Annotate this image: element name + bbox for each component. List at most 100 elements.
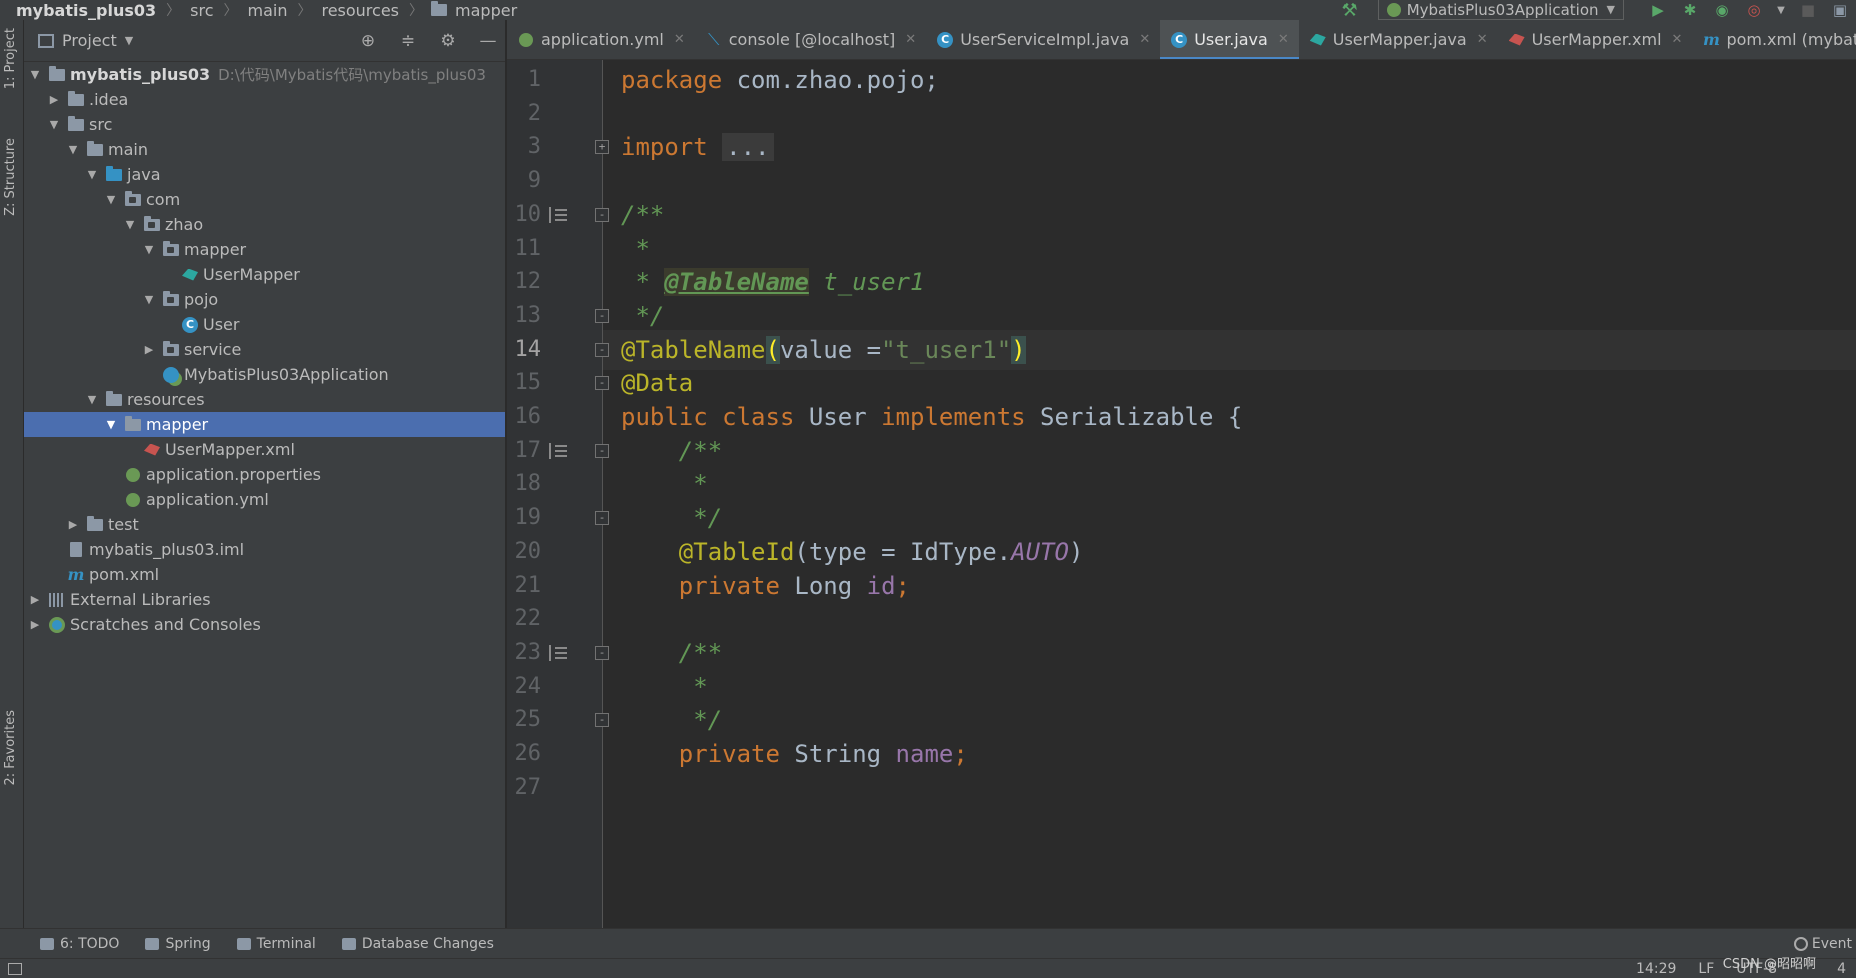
expand-arrow-down-icon[interactable]: ▼: [66, 143, 80, 156]
tool-tab-project[interactable]: 1: Project: [3, 28, 18, 89]
rendered-doc-icon[interactable]: [549, 443, 567, 459]
tree-node[interactable]: ▼ mapper: [24, 412, 505, 437]
expand-arrow-down-icon[interactable]: ▼: [28, 68, 42, 81]
editor-tab-label: UserMapper.java: [1332, 30, 1467, 49]
fold-expand-icon[interactable]: +: [595, 140, 609, 154]
fold-collapse-icon[interactable]: -: [595, 444, 609, 458]
run-configuration-selector[interactable]: MybatisPlus03Application ▼: [1377, 0, 1624, 20]
caret-position[interactable]: 14:29: [1636, 961, 1676, 977]
tree-node[interactable]: ▼ mapper: [24, 237, 505, 262]
close-icon[interactable]: ✕: [1477, 32, 1488, 47]
locate-icon[interactable]: ⊕: [357, 30, 379, 52]
expand-arrow-right-icon[interactable]: ▶: [47, 93, 61, 106]
tool-windows-icon[interactable]: [8, 962, 22, 975]
tree-node[interactable]: ▼ pojo: [24, 287, 505, 312]
tree-node[interactable]: ▶ test: [24, 512, 505, 537]
editor-tab[interactable]: UserMapper.java ✕: [1299, 20, 1498, 59]
coverage-icon[interactable]: ◉: [1713, 1, 1731, 19]
tree-node[interactable]: ▶ Scratches and Consoles: [24, 612, 505, 637]
editor-tab[interactable]: mpom.xml (mybatis_plus03)✕: [1692, 20, 1856, 59]
tree-node[interactable]: ▼ zhao: [24, 212, 505, 237]
expand-arrow-right-icon[interactable]: ▶: [28, 593, 42, 606]
expand-arrow-down-icon[interactable]: ▼: [85, 393, 99, 406]
expand-arrow-right-icon[interactable]: ▶: [28, 618, 42, 631]
expand-arrow-down-icon[interactable]: ▼: [142, 293, 156, 306]
rendered-doc-icon[interactable]: [549, 645, 567, 661]
close-icon[interactable]: ✕: [1672, 32, 1683, 47]
expand-arrow-down-icon[interactable]: ▼: [123, 218, 137, 231]
tree-node[interactable]: application.properties: [24, 462, 505, 487]
tree-node[interactable]: ▼ resources: [24, 387, 505, 412]
indent-setting[interactable]: 4: [1837, 961, 1846, 977]
tool-tab-favorites[interactable]: 2: Favorites: [3, 710, 18, 786]
editor-tab[interactable]: C UserServiceImpl.java ✕: [926, 20, 1160, 59]
editor-tab[interactable]: application.yml ✕: [507, 20, 695, 59]
tree-node-label: User: [203, 315, 240, 334]
expand-arrow-right-icon[interactable]: ▶: [66, 518, 80, 531]
bottom-tool-tab[interactable]: Terminal: [236, 936, 316, 952]
debug-icon[interactable]: ✱: [1681, 1, 1699, 19]
project-view-selector[interactable]: Project: [62, 31, 117, 50]
tree-node[interactable]: ▼ src: [24, 112, 505, 137]
code-line[interactable]: [603, 768, 1856, 808]
tree-node[interactable]: ▶ .idea: [24, 87, 505, 112]
build-hammer-icon[interactable]: ⚒: [1342, 0, 1358, 21]
tree-node[interactable]: C User: [24, 312, 505, 337]
fold-collapse-icon[interactable]: -: [595, 646, 609, 660]
editor-tab[interactable]: ⟍ console [@localhost] ✕: [695, 20, 926, 59]
chevron-down-icon[interactable]: ▼: [1777, 2, 1785, 18]
tree-node[interactable]: m pom.xml: [24, 562, 505, 587]
fold-collapse-icon[interactable]: -: [595, 511, 609, 525]
fold-collapse-icon[interactable]: -: [595, 376, 609, 390]
breadcrumb-item[interactable]: mapper: [431, 1, 519, 20]
tree-node[interactable]: ▼ com: [24, 187, 505, 212]
tree-node[interactable]: ▼ main: [24, 137, 505, 162]
close-icon[interactable]: ✕: [674, 32, 685, 47]
run-icon[interactable]: ▶: [1649, 1, 1667, 19]
expand-arrow-down-icon[interactable]: ▼: [104, 418, 118, 431]
editor-tab[interactable]: C User.java ✕: [1160, 20, 1299, 59]
expand-arrow-down-icon[interactable]: ▼: [47, 118, 61, 131]
tree-node[interactable]: UserMapper.xml: [24, 437, 505, 462]
breadcrumb-item[interactable]: resources: [319, 1, 401, 20]
rendered-doc-icon[interactable]: [549, 207, 567, 223]
stop-icon[interactable]: ■: [1799, 1, 1817, 19]
bottom-tool-tab[interactable]: Database Changes: [341, 936, 494, 952]
tool-tab-structure[interactable]: Z: Structure: [3, 138, 18, 216]
expand-arrow-right-icon[interactable]: ▶: [142, 343, 156, 356]
tree-node-label: java: [127, 165, 161, 184]
close-icon[interactable]: ✕: [1139, 32, 1150, 47]
tree-node[interactable]: ▶ External Libraries: [24, 587, 505, 612]
expand-arrow-down-icon[interactable]: ▼: [142, 243, 156, 256]
tree-node-label: main: [108, 140, 148, 159]
breadcrumb-item[interactable]: src: [188, 1, 215, 20]
fold-collapse-icon[interactable]: -: [595, 713, 609, 727]
profiler-icon[interactable]: ◎: [1745, 1, 1763, 19]
minimize-icon[interactable]: —: [477, 30, 499, 52]
tree-node[interactable]: ▼ java: [24, 162, 505, 187]
code-editor[interactable]: 1 2 3 9 10 11 12 13 14 15 16 17 18 19 20 21 22 23 24 25 26 27…: [507, 60, 1856, 928]
project-structure-icon[interactable]: ▣: [1831, 1, 1849, 19]
line-separator[interactable]: LF: [1698, 961, 1714, 977]
bottom-tool-tab[interactable]: Spring: [145, 936, 211, 952]
editor-tab[interactable]: UserMapper.xml ✕: [1498, 20, 1693, 59]
bottom-tool-tab[interactable]: 6: TODO: [40, 936, 119, 952]
tree-node[interactable]: mybatis_plus03.iml: [24, 537, 505, 562]
chevron-down-icon[interactable]: ▼: [125, 34, 133, 47]
breadcrumb-item[interactable]: main: [245, 1, 289, 20]
expand-arrow-down-icon[interactable]: ▼: [104, 193, 118, 206]
close-icon[interactable]: ✕: [1278, 32, 1289, 47]
collapse-all-icon[interactable]: ≑: [397, 30, 419, 52]
expand-arrow-down-icon[interactable]: ▼: [85, 168, 99, 181]
tree-node[interactable]: MybatisPlus03Application: [24, 362, 505, 387]
tree-node[interactable]: ▼ mybatis_plus03 D:\代码\Mybatis代码\mybatis_p…: [24, 62, 505, 87]
tree-node[interactable]: UserMapper: [24, 262, 505, 287]
breadcrumb-item[interactable]: mybatis_plus03: [14, 1, 158, 20]
tree-node[interactable]: application.yml: [24, 487, 505, 512]
fold-collapse-icon[interactable]: -: [595, 208, 609, 222]
gear-icon[interactable]: ⚙: [437, 30, 459, 52]
close-icon[interactable]: ✕: [905, 32, 916, 47]
fold-collapse-icon[interactable]: -: [595, 309, 609, 323]
tree-node[interactable]: ▶ service: [24, 337, 505, 362]
fold-collapse-icon[interactable]: -: [595, 343, 609, 357]
